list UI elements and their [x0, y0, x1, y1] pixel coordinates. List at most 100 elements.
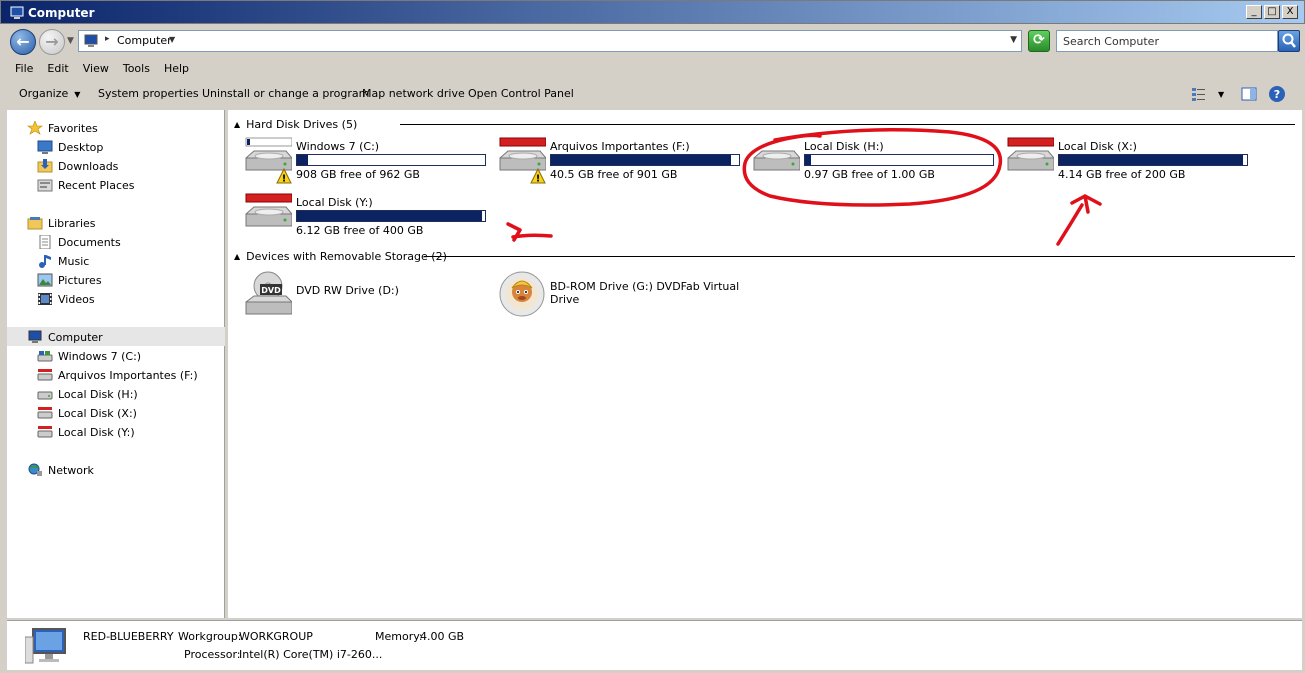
drive-tile-d[interactable]: DVD DVD RW Drive (D:): [244, 270, 494, 322]
drive-name: Local Disk (H:): [804, 140, 884, 153]
sidebar-item-label: Recent Places: [58, 178, 135, 192]
drive-tile-y[interactable]: Local Disk (Y:) 6.12 GB free of 400 GB: [244, 192, 494, 244]
sidebar-item-drive-c[interactable]: Windows 7 (C:): [37, 347, 141, 365]
sidebar-item-label: Local Disk (X:): [58, 406, 137, 420]
sidebar-item-music[interactable]: Music: [37, 252, 89, 270]
drive-name: Local Disk (Y:): [296, 196, 373, 209]
system-properties-button[interactable]: System properties: [98, 87, 199, 100]
sidebar-item-label: Videos: [58, 292, 95, 306]
change-view-icon[interactable]: [1190, 85, 1208, 103]
processor-value: Intel(R) Core(TM) i7-260...: [239, 648, 383, 661]
group-header-hard-disks[interactable]: ▲ Hard Disk Drives (5): [234, 117, 357, 131]
videos-icon: [37, 292, 53, 306]
group-divider: [400, 124, 1295, 125]
drive-name: BD-ROM Drive (G:) DVDFab Virtual: [550, 280, 740, 293]
back-button[interactable]: ←: [10, 29, 36, 55]
dvd-drive-icon: DVD: [245, 271, 292, 315]
hard-drive-icon: [37, 387, 53, 401]
desktop-icon: [37, 140, 53, 154]
breadcrumb-computer[interactable]: Computer: [117, 34, 172, 47]
capacity-fill: [297, 155, 308, 165]
computer-name: RED-BLUEBERRY: [83, 630, 174, 643]
sidebar-item-label: Favorites: [48, 121, 98, 135]
search-button[interactable]: [1278, 30, 1300, 52]
drive-tile-g[interactable]: BD-ROM Drive (G:) DVDFab Virtual Drive: [498, 270, 748, 322]
drive-free-space: 4.14 GB free of 200 GB: [1058, 168, 1186, 181]
capacity-fill: [551, 155, 731, 165]
sidebar-item-label: Libraries: [48, 216, 96, 230]
sidebar-item-desktop[interactable]: Desktop: [37, 138, 103, 156]
sidebar-item-favorites[interactable]: Favorites: [27, 119, 98, 137]
documents-icon: [37, 234, 53, 250]
sidebar-item-label: Local Disk (Y:): [58, 425, 135, 439]
processor-label: Processor:: [184, 648, 241, 661]
menu-file[interactable]: File: [8, 60, 40, 80]
sidebar-item-libraries[interactable]: Libraries: [27, 214, 96, 232]
breadcrumb-arrow-icon[interactable]: ▼: [169, 35, 175, 44]
sidebar-item-drive-h[interactable]: Local Disk (H:): [37, 385, 138, 403]
collapse-caret-icon[interactable]: ▲: [234, 120, 240, 129]
drive-name: Arquivos Importantes (F:): [550, 140, 690, 153]
recent-pages-dropdown-icon[interactable]: ▼: [67, 36, 74, 46]
capacity-fill: [297, 211, 483, 221]
drive-tile-x[interactable]: Local Disk (X:) 4.14 GB free of 200 GB: [1006, 136, 1256, 188]
drive-free-space: 6.12 GB free of 400 GB: [296, 224, 424, 237]
recent-places-icon: [37, 178, 53, 192]
sidebar-item-drive-x[interactable]: Local Disk (X:): [37, 404, 137, 422]
drive-name-cont: Drive: [550, 293, 580, 306]
sidebar-item-downloads[interactable]: Downloads: [37, 157, 118, 175]
forward-button[interactable]: →: [39, 29, 65, 55]
view-options-dropdown-icon[interactable]: ▼: [1218, 90, 1224, 99]
capacity-fill: [1059, 155, 1244, 165]
sidebar-item-pictures[interactable]: Pictures: [37, 271, 102, 289]
computer-icon: [10, 6, 24, 19]
sidebar-item-recent-places[interactable]: Recent Places: [37, 176, 135, 194]
drive-tile-h[interactable]: Local Disk (H:) 0.97 GB free of 1.00 GB: [752, 136, 1002, 188]
sidebar-item-network[interactable]: Network: [27, 461, 94, 479]
collapse-caret-icon[interactable]: ▲: [234, 252, 240, 261]
group-header-removable[interactable]: ▲ Devices with Removable Storage (2): [234, 249, 447, 263]
menu-edit[interactable]: Edit: [40, 60, 75, 80]
capacity-fill: [805, 155, 811, 165]
address-bar[interactable]: ▸ Computer ▼ ▼: [78, 30, 1022, 52]
refresh-button[interactable]: ⟳: [1028, 30, 1050, 52]
organize-button[interactable]: Organize ▼: [19, 87, 80, 100]
drive-free-space: 908 GB free of 962 GB: [296, 168, 420, 181]
sidebar-item-videos[interactable]: Videos: [37, 290, 95, 308]
preview-pane-icon[interactable]: [1240, 85, 1258, 103]
music-icon: [37, 254, 53, 268]
minimize-button[interactable]: _: [1246, 5, 1262, 19]
group-title: Devices with Removable Storage (2): [246, 249, 447, 263]
open-control-panel-button[interactable]: Open Control Panel: [468, 87, 574, 100]
sidebar-item-label: Pictures: [58, 273, 102, 287]
sidebar-item-drive-y[interactable]: Local Disk (Y:): [37, 423, 135, 441]
capacity-bar: [296, 210, 486, 222]
star-icon: [27, 120, 43, 135]
svg-text:?: ?: [1274, 88, 1280, 101]
window-title: Computer: [28, 6, 95, 20]
sidebar-item-label: Desktop: [58, 140, 104, 154]
address-row: ← → ▼ ▸ Computer ▼ ▼ ⟳ Search Computer: [0, 24, 1305, 58]
hard-drive-icon: [37, 406, 53, 420]
sidebar-item-computer[interactable]: Computer: [27, 328, 103, 346]
menu-view[interactable]: View: [76, 60, 116, 80]
close-button[interactable]: X: [1282, 5, 1298, 19]
uninstall-program-button[interactable]: Uninstall or change a program: [202, 87, 369, 100]
help-icon[interactable]: ?: [1268, 85, 1286, 103]
maximize-button[interactable]: □: [1264, 5, 1280, 19]
drive-name: Local Disk (X:): [1058, 140, 1137, 153]
menu-tools[interactable]: Tools: [116, 60, 157, 80]
drive-name: Windows 7 (C:): [296, 140, 380, 153]
search-input[interactable]: Search Computer: [1056, 30, 1278, 52]
drive-tile-f[interactable]: ! Arquivos Importantes (F:) 40.5 GB free…: [498, 136, 748, 188]
details-pane: RED-BLUEBERRY Workgroup: WORKGROUP Memor…: [7, 620, 1302, 670]
map-network-drive-button[interactable]: Map network drive: [362, 87, 465, 100]
address-dropdown-icon[interactable]: ▼: [1010, 35, 1017, 45]
capacity-bar: [550, 154, 740, 166]
sidebar-item-documents[interactable]: Documents: [37, 233, 121, 251]
svg-text:!: !: [282, 174, 287, 185]
sidebar-item-drive-f[interactable]: Arquivos Importantes (F:): [37, 366, 198, 384]
menu-help[interactable]: Help: [157, 60, 196, 80]
drive-tile-c[interactable]: ! Windows 7 (C:) 908 GB free of 962 GB: [244, 136, 494, 188]
breadcrumb-arrow-icon[interactable]: ▸: [105, 34, 110, 44]
